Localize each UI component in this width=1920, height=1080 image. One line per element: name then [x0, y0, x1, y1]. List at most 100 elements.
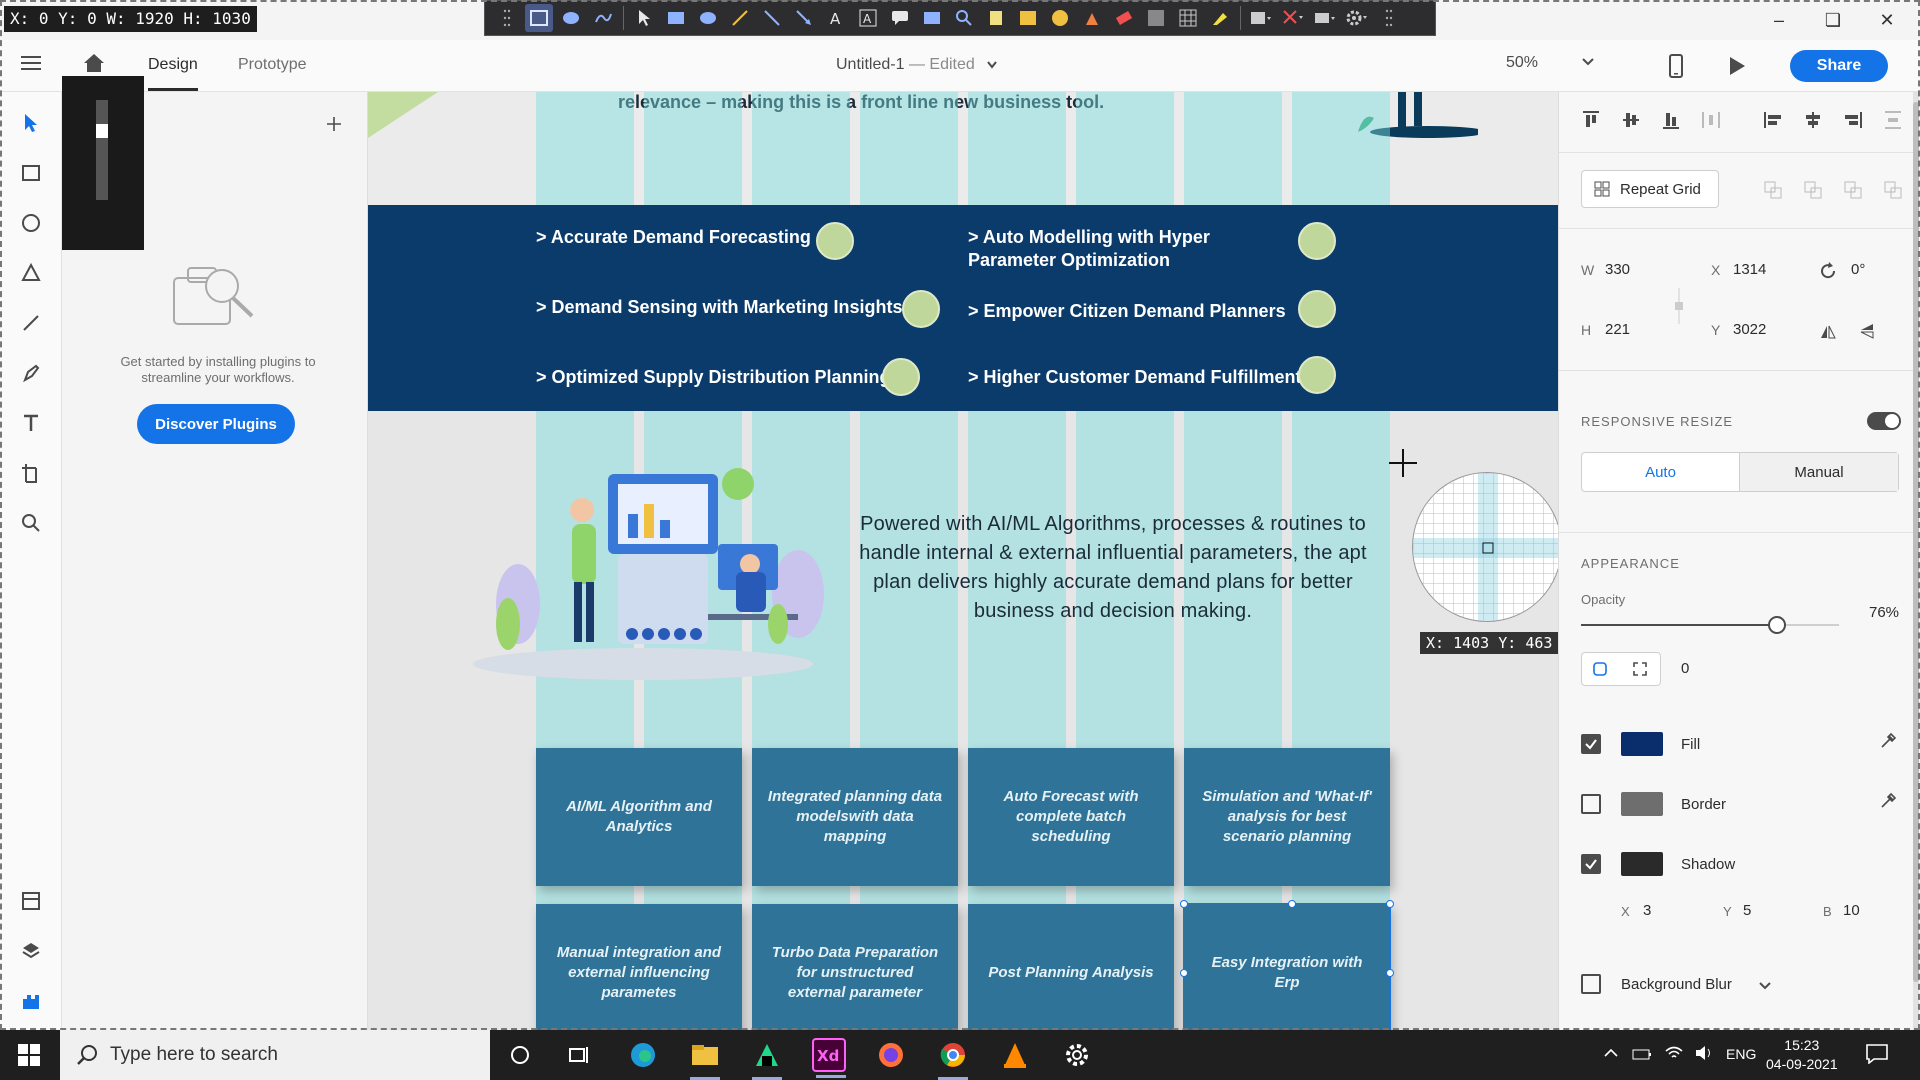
eyedropper-icon[interactable]	[1879, 792, 1897, 810]
resize-manual-option[interactable]: Manual	[1740, 453, 1898, 491]
repeat-grid-button[interactable]: Repeat Grid	[1581, 170, 1719, 208]
border-checkbox[interactable]	[1581, 794, 1601, 814]
polygon-tool-icon[interactable]	[18, 260, 44, 286]
align-center-icon[interactable]	[1803, 110, 1823, 130]
plugins-panel-icon[interactable]	[18, 988, 44, 1014]
arrow-tool-icon[interactable]	[790, 4, 818, 32]
x-position-field[interactable]: 1314	[1733, 261, 1766, 278]
eyedropper-icon[interactable]	[1879, 732, 1897, 750]
color-slider-handle[interactable]	[96, 124, 108, 138]
tab-prototype[interactable]: Prototype	[238, 56, 306, 74]
freeform-capture-icon[interactable]	[589, 4, 617, 32]
blur-tool-icon[interactable]	[1142, 4, 1170, 32]
artboard-tool-icon[interactable]	[18, 460, 44, 486]
wifi-icon[interactable]	[1664, 1044, 1684, 1062]
y-position-field[interactable]: 3022	[1733, 321, 1766, 338]
pointer-icon[interactable]	[630, 4, 658, 32]
distribute-horizontal-icon[interactable]	[1883, 110, 1903, 130]
taskbar-search-box[interactable]: Type here to search	[60, 1030, 490, 1080]
fill-color-swatch[interactable]	[1621, 732, 1663, 756]
ellipse-tool-icon[interactable]	[18, 210, 44, 236]
corner-radius-field[interactable]: 0	[1681, 660, 1689, 677]
device-preview-icon[interactable]	[1668, 54, 1684, 78]
align-middle-icon[interactable]	[1621, 110, 1641, 130]
scrollbar-thumb[interactable]	[1913, 102, 1919, 982]
highlighter-tool-icon[interactable]	[1206, 4, 1234, 32]
height-field[interactable]: 221	[1605, 321, 1630, 338]
width-field[interactable]: 330	[1605, 261, 1630, 278]
boolean-subtract-icon[interactable]	[1803, 180, 1823, 200]
shadow-y-field[interactable]: 5	[1743, 902, 1751, 919]
capture-mode-icon[interactable]	[1311, 4, 1339, 32]
add-plugin-icon[interactable]	[326, 116, 342, 132]
lock-aspect-icon[interactable]	[1673, 288, 1685, 324]
resize-auto-option[interactable]: Auto	[1582, 453, 1740, 491]
volume-icon[interactable]	[1694, 1044, 1714, 1062]
grip-icon[interactable]	[493, 4, 521, 32]
align-top-icon[interactable]	[1581, 110, 1601, 130]
chevron-up-icon[interactable]	[1604, 1048, 1618, 1058]
home-icon[interactable]	[82, 52, 106, 74]
feature-card[interactable]: AI/ML Algorithm and Analytics	[536, 748, 742, 886]
document-title[interactable]: Untitled-1 — Edited	[836, 56, 997, 74]
pen-tool-icon[interactable]	[18, 360, 44, 386]
discover-plugins-button[interactable]: Discover Plugins	[137, 404, 295, 444]
input-language[interactable]: ENG	[1726, 1046, 1756, 1062]
line-tool-icon[interactable]	[758, 4, 786, 32]
boolean-exclude-icon[interactable]	[1883, 180, 1903, 200]
settings-gear-icon[interactable]	[1343, 4, 1371, 32]
task-view-icon[interactable]	[563, 1038, 597, 1072]
flip-horizontal-icon[interactable]	[1819, 324, 1837, 340]
textbox-tool-icon[interactable]: A	[854, 4, 882, 32]
fill-checkbox[interactable]	[1581, 734, 1601, 754]
cut-out-tool-icon[interactable]	[1078, 4, 1106, 32]
rotation-field[interactable]: 0°	[1851, 261, 1865, 278]
image-tool-icon[interactable]	[1014, 4, 1042, 32]
boolean-intersect-icon[interactable]	[1843, 180, 1863, 200]
minimize-button[interactable]: –	[1756, 0, 1802, 40]
distribute-vertical-icon[interactable]	[1701, 110, 1721, 130]
magnify-tool-icon[interactable]	[950, 4, 978, 32]
firefox-icon[interactable]	[874, 1038, 908, 1072]
feature-card[interactable]: Integrated planning data modelswith data…	[752, 748, 958, 886]
rectangle-tool-icon[interactable]	[18, 160, 44, 186]
emoji-tool-icon[interactable]	[1046, 4, 1074, 32]
adobe-xd-icon[interactable]: Xd	[812, 1038, 846, 1078]
shadow-x-field[interactable]: 3	[1643, 902, 1651, 919]
opacity-value[interactable]: 76%	[1869, 604, 1899, 621]
file-explorer-icon[interactable]	[688, 1038, 722, 1080]
vlc-icon[interactable]	[998, 1038, 1032, 1072]
zoom-tool-icon[interactable]	[18, 510, 44, 536]
counter-tool-icon[interactable]	[918, 4, 946, 32]
text-tool-icon[interactable]	[18, 410, 44, 436]
layers-panel-icon[interactable]	[18, 938, 44, 964]
opacity-slider-track[interactable]	[1581, 616, 1839, 634]
flip-vertical-icon[interactable]	[1859, 322, 1875, 340]
play-preview-icon[interactable]	[1728, 56, 1746, 76]
selection-handle[interactable]	[1288, 900, 1296, 908]
output-options-icon[interactable]	[1247, 4, 1275, 32]
chevron-down-icon[interactable]	[1759, 982, 1771, 990]
select-tool-icon[interactable]	[18, 110, 44, 136]
feature-card-selected[interactable]: Easy Integration with Erp	[1183, 903, 1391, 1030]
uniform-corner-icon[interactable]	[1592, 661, 1608, 677]
background-blur-checkbox[interactable]	[1581, 974, 1601, 994]
shadow-color-swatch[interactable]	[1621, 852, 1663, 876]
border-color-swatch[interactable]	[1621, 792, 1663, 816]
design-canvas[interactable]: relevance – making this is a front line …	[368, 92, 1558, 1030]
ellipse-tool-icon[interactable]	[694, 4, 722, 32]
battery-icon[interactable]	[1632, 1046, 1652, 1062]
zoom-level[interactable]: 50%	[1506, 54, 1538, 72]
hamburger-menu-icon[interactable]	[20, 54, 42, 72]
zoom-dropdown-chevron-icon[interactable]	[1582, 58, 1594, 66]
windows-start-icon[interactable]	[18, 1044, 40, 1066]
pycharm-icon[interactable]	[750, 1038, 784, 1080]
notifications-icon[interactable]	[1866, 1044, 1888, 1064]
stamp-tool-icon[interactable]	[982, 4, 1010, 32]
grip-icon[interactable]	[1375, 4, 1403, 32]
responsive-resize-toggle[interactable]	[1867, 412, 1901, 430]
pen-tool-icon[interactable]	[726, 4, 754, 32]
window-capture-icon[interactable]	[557, 4, 585, 32]
align-bottom-icon[interactable]	[1661, 110, 1681, 130]
rectangle-tool-icon[interactable]	[662, 4, 690, 32]
